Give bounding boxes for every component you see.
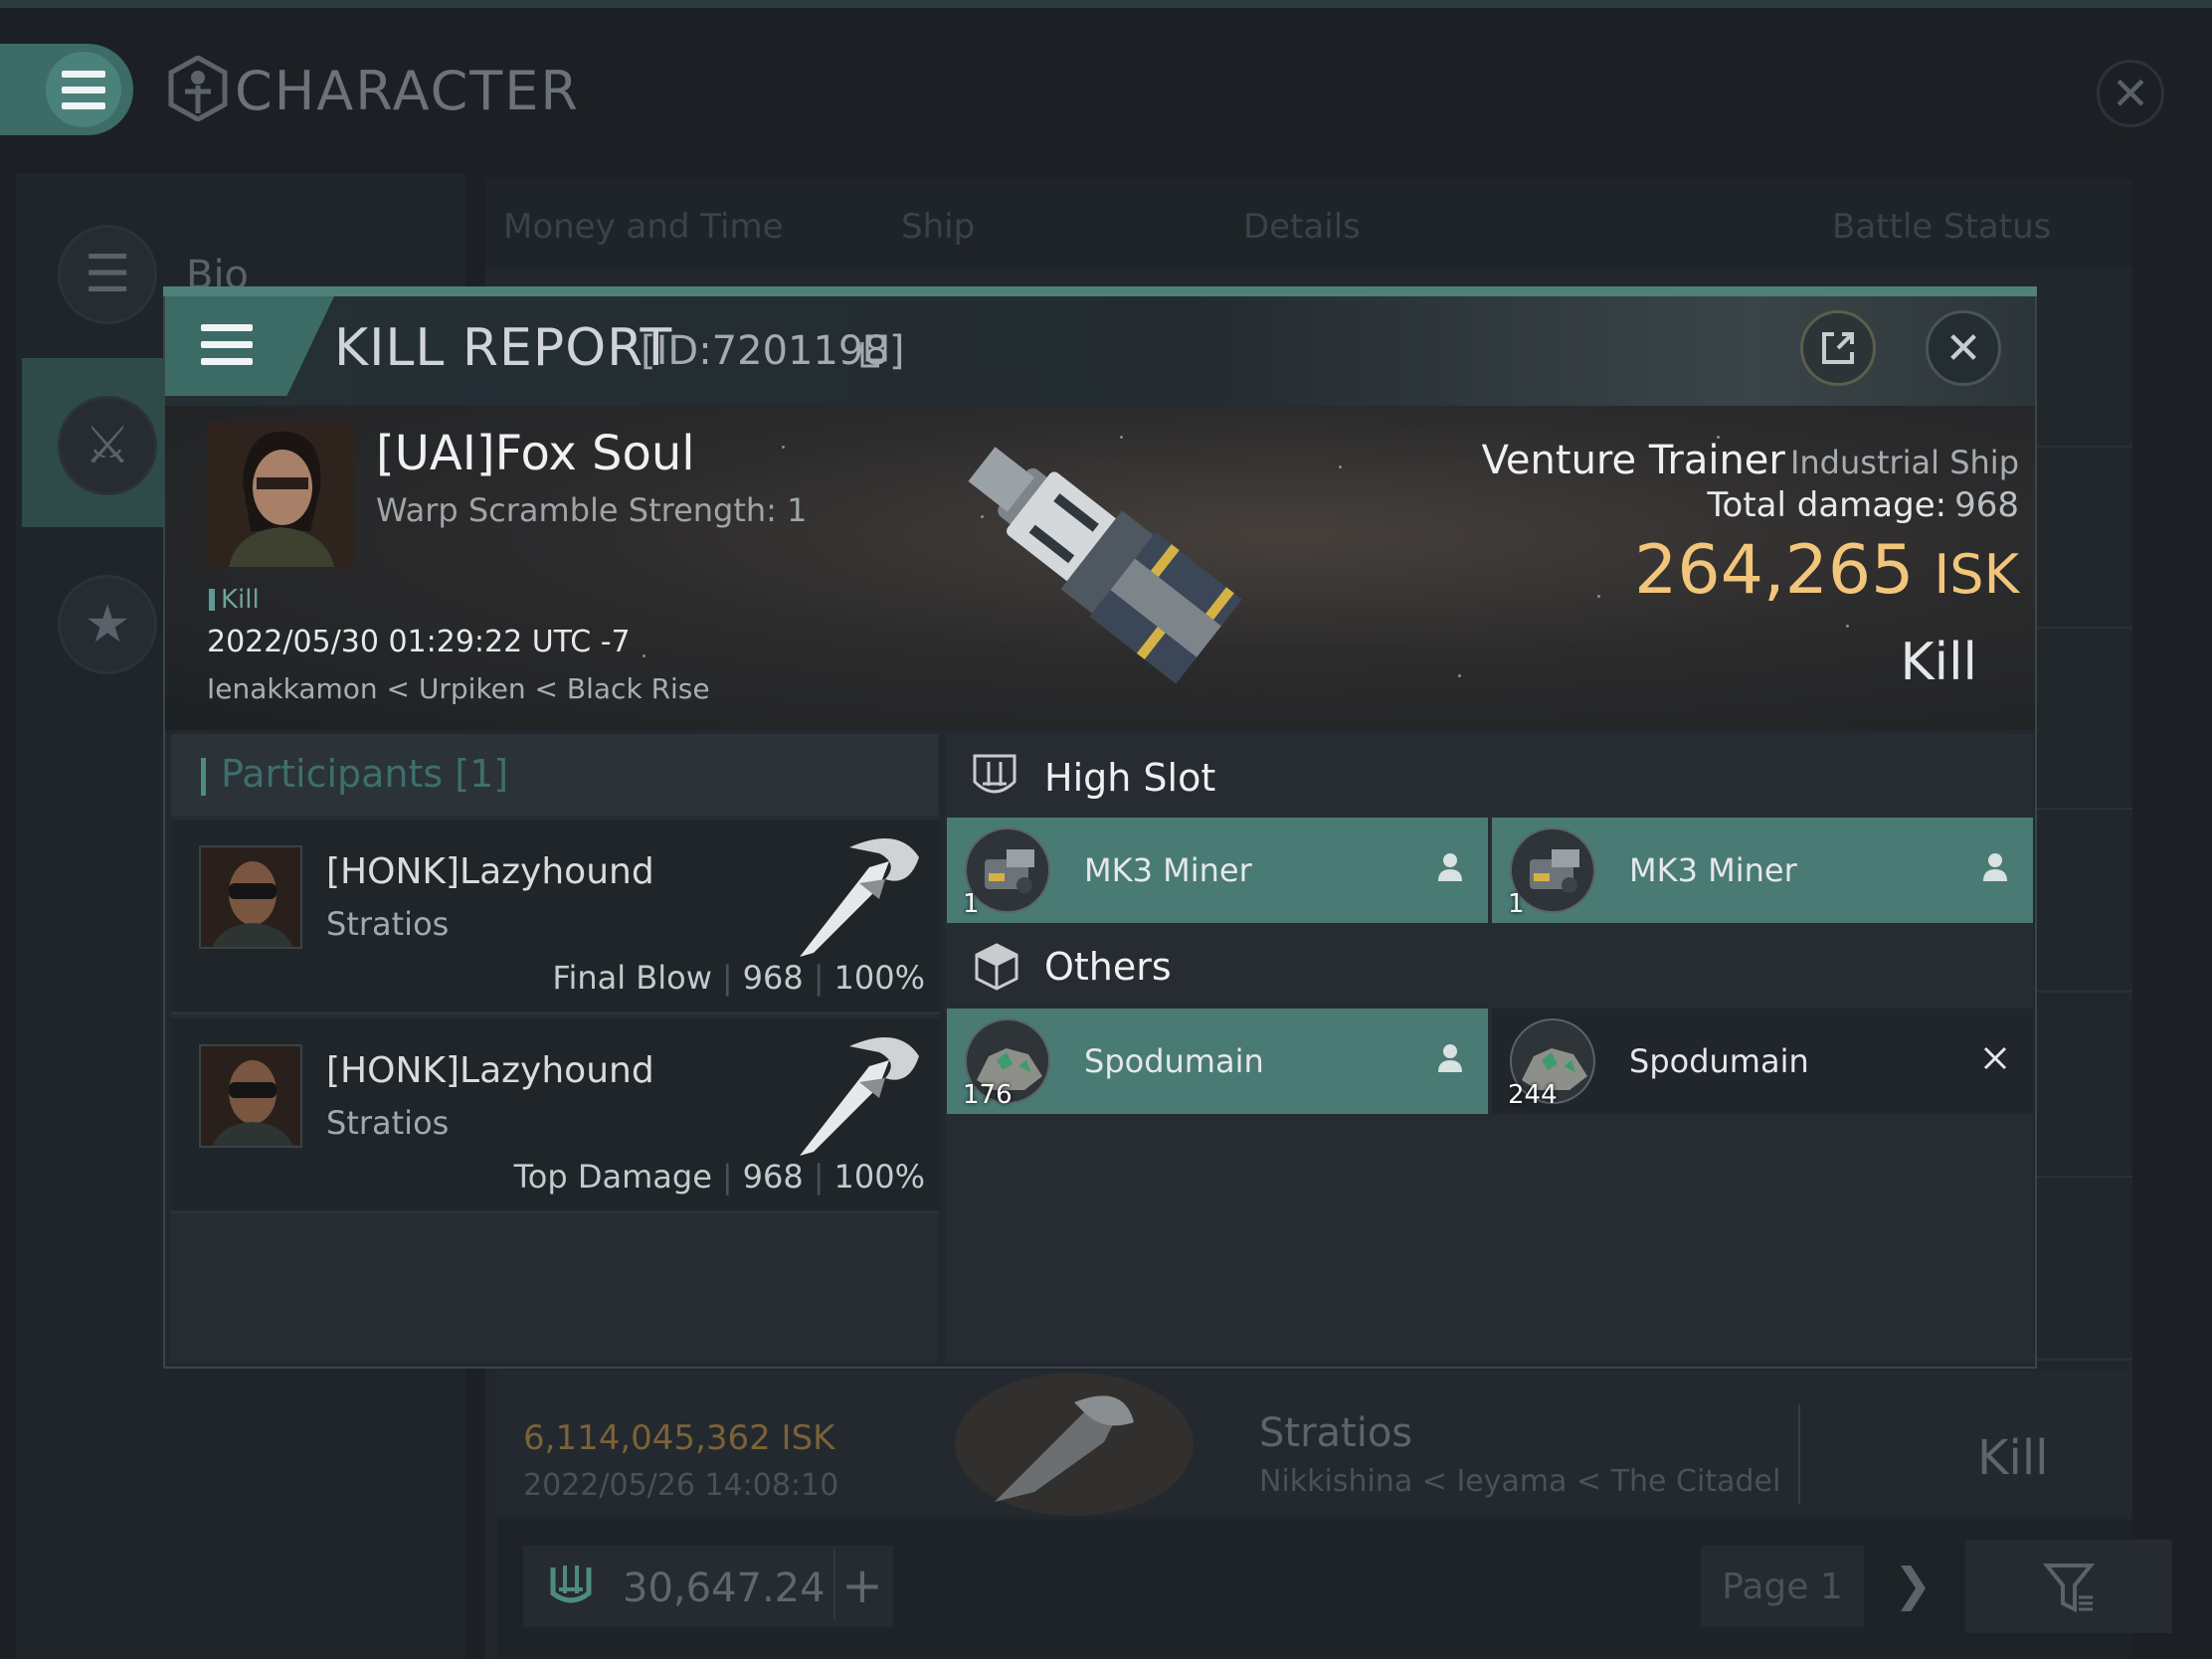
kill-location[interactable]: Ienakkamon < Urpiken < Black Rise	[207, 672, 710, 705]
total-damage-label: Total damage:	[1707, 485, 1947, 525]
participant-role: Final Blow	[552, 959, 712, 997]
item-row[interactable]: 1 MK3 Miner	[1492, 818, 2033, 923]
close-icon: ✕	[2111, 67, 2150, 120]
kill-location: Nikkishina < Ieyama < The Citadel	[1259, 1464, 1781, 1499]
kill-tag: Kill	[209, 585, 260, 615]
item-quantity: 1	[1508, 889, 1525, 919]
modal-accent-line	[163, 286, 2037, 296]
crossed-swords-icon: ⚔	[58, 396, 157, 495]
kill-date: 2022/05/26 14:08:10	[523, 1468, 839, 1503]
filter-icon	[2042, 1564, 2096, 1613]
participant-ship-image	[800, 838, 919, 957]
avatar	[199, 1044, 302, 1148]
victim-name[interactable]: [UAI]Fox Soul	[376, 426, 695, 481]
star-badge-icon: ★	[58, 575, 157, 674]
list-icon: ☰	[58, 225, 157, 324]
tab-battle-status[interactable]: Battle Status	[1832, 207, 2051, 247]
external-link-icon	[1822, 332, 1854, 364]
victim-portrait[interactable]	[207, 422, 354, 567]
close-icon: ✕	[1944, 322, 1982, 374]
add-isk-button[interactable]: +	[833, 1550, 889, 1621]
hamburger-icon	[46, 52, 121, 127]
participant-ship: Stratios	[326, 905, 450, 943]
item-quantity: 176	[963, 1080, 1013, 1110]
dropped-person-icon	[1983, 853, 2007, 881]
divider	[1798, 1404, 1800, 1504]
item-name: Spodumain	[1084, 1042, 1264, 1080]
avatar	[199, 845, 302, 949]
participant-name[interactable]: [HONK]Lazyhound	[326, 851, 654, 892]
kill-status: Kill	[1977, 1430, 2049, 1486]
item-row[interactable]: 176 Spodumain	[947, 1009, 1488, 1114]
participant-percent: 100%	[833, 1158, 925, 1196]
participant-ship: Stratios	[326, 1104, 450, 1142]
item-name: MK3 Miner	[1084, 851, 1252, 889]
participants-title: Participants [1]	[221, 752, 509, 796]
plus-icon: +	[841, 1557, 883, 1614]
isk-value: 264,265 ISK	[1634, 531, 2019, 610]
window-close-button[interactable]: ✕	[2097, 60, 2164, 127]
page-indicator: Page 1	[1701, 1546, 1864, 1627]
avatar	[207, 422, 354, 567]
item-quantity: 244	[1508, 1080, 1558, 1110]
participant-percent: 100%	[833, 959, 925, 997]
item-row[interactable]: 1 MK3 Miner	[947, 818, 1488, 923]
hamburger-icon	[201, 324, 253, 365]
ship-thumbnail	[955, 1373, 1194, 1516]
group-title-others: Others	[1044, 945, 1172, 989]
participant-ship-image	[800, 1037, 919, 1156]
participant-row[interactable]: [HONK]Lazyhound Stratios Top Damage | 968 |…	[171, 1018, 939, 1213]
isk-wallet-icon	[550, 1566, 592, 1603]
participant-name[interactable]: [HONK]Lazyhound	[326, 1050, 654, 1091]
victim-ship-image[interactable]	[915, 412, 1293, 720]
high-slot-icon	[973, 754, 1016, 794]
participant-damage: 968	[742, 959, 804, 997]
victim-ship: Venture Trainer Industrial Ship	[1323, 438, 2019, 483]
cargo-box-icon	[975, 943, 1018, 991]
kill-status: Kill	[1900, 633, 1977, 692]
item-quantity: 1	[963, 889, 980, 919]
isk-amount: 264,265	[1634, 531, 1915, 610]
tab-money-and-time[interactable]: Money and Time	[503, 207, 784, 247]
participant-row[interactable]: [HONK]Lazyhound Stratios Final Blow | 968 |…	[171, 820, 939, 1014]
copy-icon[interactable]	[859, 334, 887, 368]
destroyed-x-icon	[1983, 1046, 2007, 1070]
character-icon	[168, 56, 228, 121]
victim-ship-class: Industrial Ship	[1789, 444, 2019, 481]
item-name: MK3 Miner	[1629, 851, 1797, 889]
item-row[interactable]: 244 Spodumain	[1492, 1009, 2033, 1114]
main-menu-button[interactable]	[0, 44, 133, 135]
participant-stats: Top Damage | 968 | 100%	[513, 1158, 925, 1196]
participant-stats: Final Blow | 968 | 100%	[552, 959, 925, 997]
item-name: Spodumain	[1629, 1042, 1809, 1080]
dropped-person-icon	[1438, 1044, 1462, 1072]
kill-timestamp: 2022/05/30 01:29:22 UTC -7	[207, 625, 631, 659]
kill-tag-label: Kill	[221, 585, 260, 615]
total-damage: Total damage: 968	[1708, 485, 2019, 525]
total-damage-value: 968	[1954, 485, 2019, 525]
wallet-amount: 30,647.24	[623, 1566, 826, 1611]
tab-details[interactable]: Details	[1243, 207, 1361, 247]
warp-scramble-strength: Warp Scramble Strength: 1	[376, 491, 808, 529]
tab-ship[interactable]: Ship	[901, 207, 975, 247]
chevron-right-icon: ❯	[1894, 1558, 1933, 1611]
dropped-person-icon	[1438, 853, 1462, 881]
victim-ship-name[interactable]: Venture Trainer	[1482, 438, 1785, 483]
modal-close-button[interactable]: ✕	[1926, 310, 2001, 386]
participant-damage: 968	[742, 1158, 804, 1196]
kill-isk-value: 6,114,045,362 ISK	[523, 1418, 835, 1458]
filter-button[interactable]	[1965, 1540, 2172, 1633]
isk-unit: ISK	[1934, 543, 2019, 606]
group-title-high-slot: High Slot	[1044, 756, 1216, 800]
window-title: CHARACTER	[235, 60, 580, 122]
modal-title: KILL REPORT	[334, 318, 673, 378]
kill-ship-name: Stratios	[1259, 1410, 1413, 1456]
next-page-button[interactable]: ❯	[1894, 1558, 1933, 1611]
participant-role: Top Damage	[513, 1158, 712, 1196]
share-button[interactable]	[1800, 310, 1876, 386]
top-strip	[0, 0, 2212, 8]
